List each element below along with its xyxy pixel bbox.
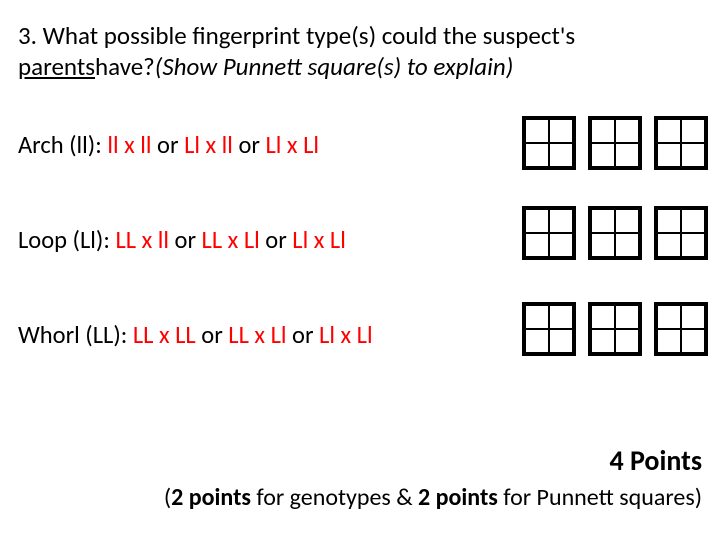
punnett-group-loop (522, 206, 708, 260)
arch-or-2: or (233, 130, 266, 160)
rubric-text-1: for genotypes & (251, 483, 418, 512)
loop-or-1: or (169, 225, 202, 255)
loop-or-2: or (260, 225, 293, 255)
question-have: have? (95, 51, 155, 82)
punnett-group-arch (522, 116, 708, 170)
rubric-bold-2: 2 points (418, 483, 498, 512)
whorl-or-2: or (287, 320, 320, 350)
punnett-square (654, 206, 708, 260)
rubric-bold-1: 2 points (171, 483, 251, 512)
question-instruction: (Show Punnett square(s) to explain) (155, 51, 514, 82)
loop-cross-1: LL x ll (115, 225, 169, 255)
punnett-square (588, 206, 642, 260)
punnett-square (522, 302, 576, 356)
points-total: 4 Points (609, 443, 702, 478)
arch-label: Arch (ll): (18, 130, 107, 160)
arch-cross-2: Ll x ll (184, 130, 233, 160)
slide: 3. What possible fingerprint type(s) cou… (0, 0, 720, 540)
punnett-square (588, 302, 642, 356)
question-parents-underline: parents (18, 51, 95, 82)
punnett-square (654, 116, 708, 170)
whorl-or-1: or (196, 320, 229, 350)
arch-cross-1: ll x ll (107, 130, 151, 160)
whorl-cross-3: Ll x Ll (319, 320, 373, 350)
loop-cross-2: LL x Ll (202, 225, 260, 255)
punnett-square (588, 116, 642, 170)
arch-cross-3: Ll x Ll (265, 130, 319, 160)
loop-label: Loop (Ll): (18, 225, 115, 255)
whorl-cross-1: LL x LL (133, 320, 196, 350)
punnett-square (522, 206, 576, 260)
rubric-line: (2 points for genotypes & 2 points for P… (0, 483, 720, 512)
question-text: 3. What possible fingerprint type(s) cou… (18, 20, 698, 83)
punnett-square (522, 116, 576, 170)
punnett-square (654, 302, 708, 356)
whorl-label: Whorl (LL): (18, 320, 133, 350)
arch-or-1: or (152, 130, 185, 160)
loop-cross-3: Ll x Ll (292, 225, 346, 255)
whorl-cross-2: LL x Ll (228, 320, 286, 350)
question-line-1: 3. What possible fingerprint type(s) cou… (18, 20, 575, 51)
punnett-group-whorl (522, 302, 708, 356)
rubric-text-2: for Punnett squares) (498, 483, 702, 512)
